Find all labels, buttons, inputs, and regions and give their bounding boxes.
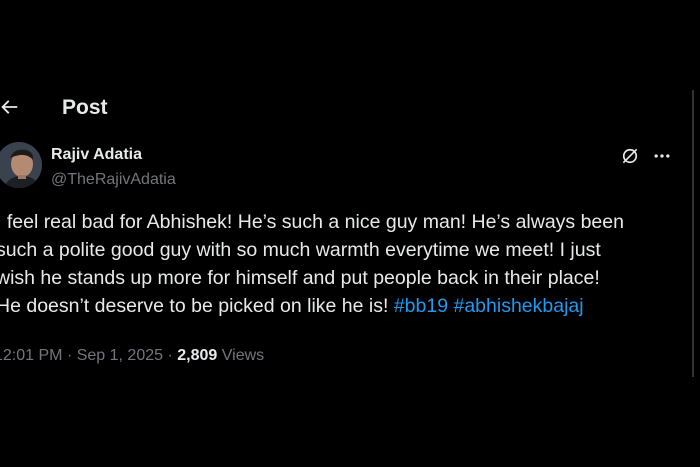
post-date[interactable]: Sep 1, 2025 [77, 347, 163, 364]
arrow-left-icon [1, 100, 18, 114]
page-title: Post [62, 96, 108, 119]
post-time[interactable]: 12:01 PM [0, 347, 62, 364]
tweet-line-with-hashtags: He doesn’t deserve to be picked on like … [0, 292, 676, 320]
more-horizontal-icon [654, 154, 670, 158]
tweet-line: He doesn’t deserve to be picked on like … [0, 295, 389, 317]
meta-separator: · [66, 347, 73, 364]
tweet-text: I feel real bad for Abhishek! He’s such … [0, 208, 676, 320]
meta-separator: · [167, 347, 173, 364]
back-button[interactable] [0, 94, 22, 120]
scrollbar[interactable] [692, 90, 694, 377]
avatar-photo [0, 142, 42, 188]
hashtag-link[interactable]: #abhishekbajaj [453, 295, 583, 317]
tweet-line: I feel real bad for Abhishek! He’s such … [0, 211, 624, 233]
tweet-line: such a polite good guy with so much warm… [0, 239, 601, 261]
more-button[interactable] [651, 145, 673, 167]
tweet-line: wish he stands up more for himself and p… [0, 267, 600, 289]
post-meta: 12:01 PM · Sep 1, 2025 · 2,809 Views [0, 346, 264, 366]
grok-icon [622, 148, 638, 164]
grok-button[interactable] [619, 145, 641, 167]
post-header: Post [0, 88, 690, 128]
views-count: 2,809 [177, 347, 218, 364]
hashtag-link[interactable]: #bb19 [394, 295, 448, 317]
views-label: Views [221, 347, 265, 364]
post-page: Post Rajiv Adatia @TheRajivAdatia I feel… [0, 0, 700, 467]
avatar[interactable] [0, 142, 42, 188]
author-handle[interactable]: @TheRajivAdatia [51, 170, 176, 190]
author-name[interactable]: Rajiv Adatia [51, 145, 142, 165]
